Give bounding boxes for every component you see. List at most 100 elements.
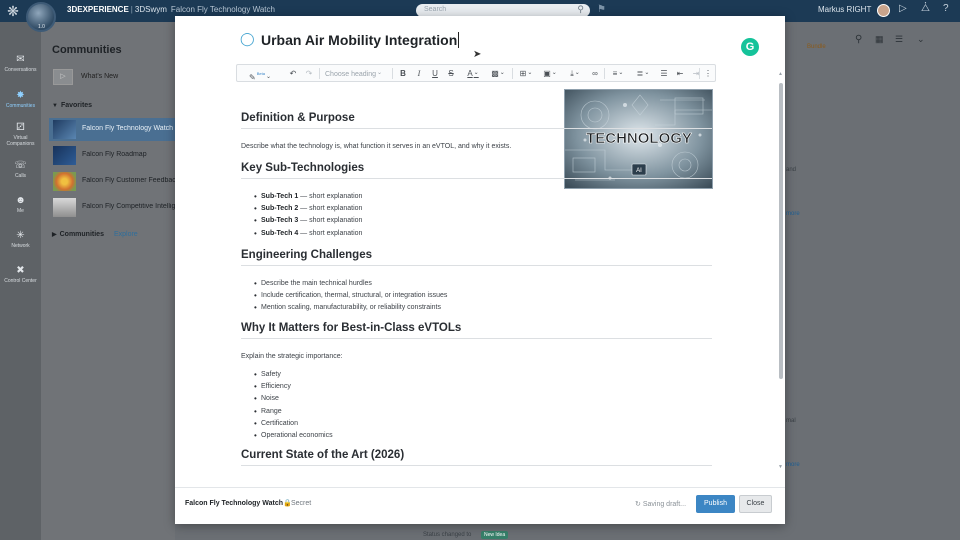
favorite-item[interactable]: Falcon Fly Customer Feedback [49,170,176,193]
panel-title: Communities [52,44,122,56]
sub-tech-list: Sub-Tech 1 — short explanation Sub-Tech … [254,192,362,242]
community-thumbnail [53,120,76,139]
app-name: 3DSwym [134,5,167,14]
favorites-section-toggle[interactable]: ▼ Favorites [52,102,92,109]
heading-engineering-challenges: Engineering Challenges [241,249,712,266]
numbered-list-icon[interactable]: ≣ [632,67,654,80]
communities-panel: Communities ▷ What's New ▼ Favorites Falc… [41,22,176,540]
heading-dropdown[interactable]: Choose heading [325,67,389,80]
paragraph-why: Explain the strategic importance: [241,353,343,360]
list-item: Describe the main technical hurdles [254,279,447,292]
font-color-icon[interactable]: A [463,67,483,80]
favorite-item[interactable]: Falcon Fly Technology Watch [49,118,176,141]
scrollbar-thumb[interactable] [779,83,783,379]
list-item: Safety [254,370,333,383]
ai-assistant-button[interactable]: ✎Beta [241,67,279,82]
list-item: Certification [254,419,333,432]
list-item: Sub-Tech 2 — short explanation [254,204,362,217]
close-button[interactable]: Close [739,495,772,513]
filter-icon[interactable]: ☰ [895,34,903,45]
phone-icon: ☏ [14,160,27,171]
tag-icon[interactable]: ⚑ [597,4,606,15]
chat-bubbles-icon: ✉ [16,54,25,65]
play-icon[interactable]: ▷ [899,3,907,14]
lightbulb-icon: ◯ [240,31,255,46]
nav-item-conversations[interactable]: ✉ Conversations [0,54,41,73]
calendar-icon[interactable]: ▣ [539,67,561,80]
redo-icon[interactable]: ↷ [303,67,315,80]
undo-icon[interactable]: ↶ [287,67,299,80]
link-icon[interactable]: ∞ [589,67,601,80]
list-item: Sub-Tech 4 — short explanation [254,229,362,242]
dialog-footer: Falcon Fly Technology Watch 🔒 Secret ↻ S… [175,487,785,524]
highlight-color-icon[interactable]: ▩ [487,67,509,80]
editor-body[interactable]: Definition & Purpose Describe what the t… [241,98,712,473]
search-placeholder: Search [424,6,447,13]
control-center-icon: ✖ [16,265,25,276]
bulleted-list-icon[interactable]: ≡ [607,67,629,80]
nav-item-virtual-companions[interactable]: ⚂ Virtual Companions [0,122,41,147]
post-title-input[interactable]: Urban Air Mobility Integration [261,32,460,48]
heading-why-it-matters: Why It Matters for Best-in-Class eVTOLs [241,322,712,339]
play-icon: ▷ [53,69,73,85]
table-icon[interactable]: ⊞ [515,67,537,80]
network-icon: ✳ [16,230,25,241]
bg-text-and: and [786,167,797,173]
avatar[interactable] [877,4,890,17]
communities-section-toggle[interactable]: ▶ Communities Explore [52,231,138,238]
nav-item-communities[interactable]: ✸ Communities [0,90,41,109]
brand-name: 3DEXPERIENCE [67,5,129,14]
chevron-down-icon[interactable]: ⌄ [917,34,925,45]
scroll-down-icon[interactable]: ▼ [778,464,783,470]
whats-new-item[interactable]: ▷ What's New [52,69,172,85]
bold-icon[interactable]: B [397,67,409,80]
editor-scrollbar[interactable]: ▲ ▼ [778,71,783,471]
user-name[interactable]: Markus RIGHT [818,5,871,14]
paragraph-definition: Describe what the technology is, what fu… [241,143,512,150]
share-icon[interactable]: ⧊ [921,3,930,14]
app-title: 3DEXPERIENCE | 3DSwym Falcon Fly Technology… [67,5,275,14]
bg-more-link[interactable]: more [786,462,800,468]
list-item: Include certification, thermal, structur… [254,291,447,304]
mouse-cursor-icon: ➤ [473,49,482,60]
bg-text-mal: mal [786,418,796,424]
strikethrough-icon[interactable]: S [445,67,457,80]
publish-button[interactable]: Publish [696,495,735,513]
bg-more-link[interactable]: more [786,211,800,217]
underline-icon[interactable]: U [429,67,441,80]
list-item: Efficiency [254,382,333,395]
favorite-item[interactable]: Falcon Fly Competitive Intelligence [49,196,176,219]
bundle-label[interactable]: Bundle [807,44,826,50]
editor-toolbar: ✎Beta ↶ ↷ Choose heading B I U S A ▩ ⊞ ▣… [236,64,716,82]
explore-link[interactable]: Explore [114,231,138,238]
community-thumbnail [53,172,76,191]
favorite-item[interactable]: Falcon Fly Roadmap [49,144,176,167]
checklist-icon[interactable]: ☰ [658,67,670,80]
app-context: Falcon Fly Technology Watch [170,5,275,14]
insert-icon[interactable]: ⤓ [564,67,586,80]
list-item: Range [254,407,333,420]
grammarly-icon[interactable]: G [741,38,759,56]
nav-item-me[interactable]: ☻ Me [0,195,41,214]
why-list: Safety Efficiency Noise Range Certificat… [254,370,333,444]
nav-item-network[interactable]: ✳ Network [0,230,41,249]
indent-icon[interactable]: ⇥ [690,67,702,80]
list-item: Operational economics [254,431,333,444]
virtual-companion-icon: ⚂ [16,122,25,133]
search-icon[interactable]: ⚲ [855,34,862,45]
3ds-logo-icon[interactable]: ❋ [4,2,22,20]
nav-item-calls[interactable]: ☏ Calls [0,160,41,179]
grid-icon[interactable]: ▦ [875,34,884,45]
status-changed-text: Status changed to [423,532,472,538]
outdent-icon[interactable]: ⇤ [674,67,686,80]
nav-item-control-center[interactable]: ✖ Control Center [0,265,41,284]
heading-definition: Definition & Purpose [241,112,712,129]
search-icon[interactable]: ⚲ [577,4,584,15]
community-thumbnail [53,198,76,217]
help-icon[interactable]: ? [943,3,949,14]
scroll-up-icon[interactable]: ▲ [778,71,783,77]
saving-status: ↻ Saving draft... [635,501,687,508]
italic-icon[interactable]: I [413,67,425,80]
target-community: Falcon Fly Technology Watch [185,500,284,507]
more-options-icon[interactable]: ⋮ [702,67,714,80]
